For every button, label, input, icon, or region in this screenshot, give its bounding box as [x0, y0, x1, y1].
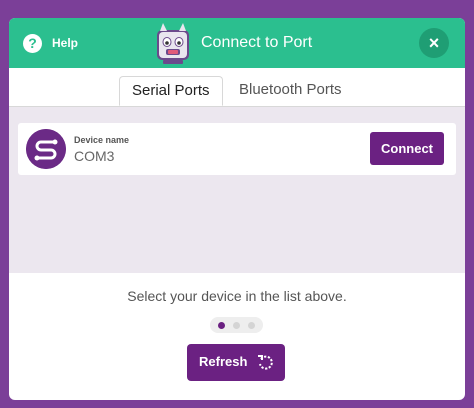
pager-dot-3 — [248, 322, 255, 329]
close-icon: × — [428, 33, 440, 53]
device-name-value: COM3 — [74, 148, 115, 164]
tab-serial-ports[interactable]: Serial Ports — [119, 76, 223, 106]
app-frame: ? Help Connect to Port × Serial Ports Bl… — [0, 0, 474, 408]
serial-port-icon — [26, 129, 66, 169]
pager-dot-1 — [218, 322, 225, 329]
list-item[interactable]: Device name COM3 Connect — [18, 123, 456, 175]
refresh-label: Refresh — [199, 354, 248, 369]
device-list: Device name COM3 Connect — [9, 107, 465, 273]
pager-dot-2 — [233, 322, 240, 329]
select-device-hint: Select your device in the list above. — [127, 288, 347, 304]
help-link[interactable]: Help — [52, 36, 78, 50]
tab-bluetooth-ports[interactable]: Bluetooth Ports — [227, 76, 354, 106]
pager-dots — [210, 317, 263, 333]
connect-button[interactable]: Connect — [370, 132, 444, 165]
help-icon[interactable]: ? — [23, 34, 42, 53]
dialog-header: ? Help Connect to Port × — [9, 18, 465, 68]
refresh-button[interactable]: Refresh — [187, 344, 285, 381]
connect-dialog: ? Help Connect to Port × Serial Ports Bl… — [9, 18, 465, 400]
device-name-caption: Device name — [74, 135, 130, 145]
refresh-icon — [258, 355, 273, 370]
port-tabs: Serial Ports Bluetooth Ports — [9, 68, 465, 107]
dialog-title: Connect to Port — [201, 34, 313, 51]
robot-mascot-icon — [157, 23, 189, 64]
close-button[interactable]: × — [419, 28, 449, 58]
